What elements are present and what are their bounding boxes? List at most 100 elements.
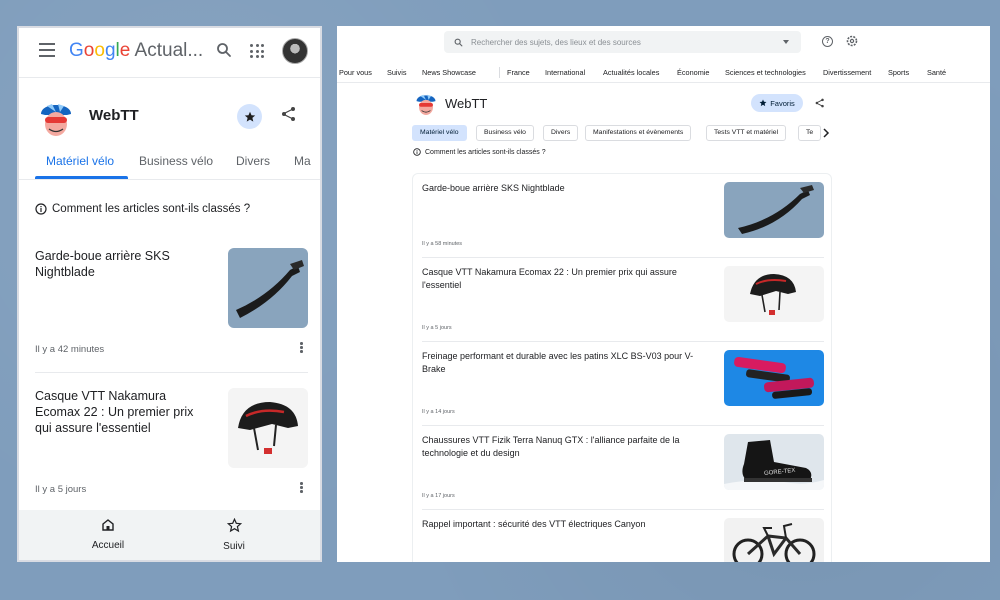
- google-news-logo[interactable]: Google Actual...: [69, 40, 203, 62]
- chip-divers[interactable]: Divers: [543, 125, 579, 141]
- nav-france[interactable]: France: [507, 68, 530, 77]
- article-image-brake-pads[interactable]: [724, 350, 824, 406]
- more-options-icon[interactable]: [300, 482, 304, 494]
- tab-more-truncated[interactable]: Ma: [294, 154, 311, 168]
- apps-grid-icon[interactable]: [250, 44, 264, 58]
- favorite-button[interactable]: [237, 104, 262, 129]
- article-card: Chaussures VTT Fizik Terra Nanuq GTX : l…: [413, 426, 831, 510]
- more-options-icon[interactable]: [300, 342, 304, 354]
- article-image-helmet[interactable]: [228, 388, 308, 468]
- chevron-down-icon[interactable]: [783, 40, 789, 44]
- brake-pads-image: [734, 356, 814, 399]
- mobile-screen: Google Actual... WebTT Matériel vélo Bus…: [17, 26, 322, 562]
- active-tab-indicator: [35, 176, 128, 179]
- star-filled-icon: [759, 99, 767, 107]
- article-title[interactable]: Casque VTT Nakamura Ecomax 22 : Un premi…: [422, 266, 712, 292]
- logo-letter: o: [94, 40, 105, 61]
- nav-entertainment[interactable]: Divertissement: [823, 68, 871, 77]
- tab-materiel-velo[interactable]: Matériel vélo: [46, 154, 114, 168]
- tab-divers[interactable]: Divers: [236, 154, 270, 168]
- share-icon[interactable]: [281, 106, 297, 122]
- logo-suffix: Actual...: [130, 40, 204, 61]
- mobile-top-bar: Google Actual...: [19, 28, 320, 78]
- nav-home[interactable]: Accueil: [68, 518, 148, 551]
- article-title[interactable]: Chaussures VTT Fizik Terra Nanuq GTX : l…: [422, 434, 712, 460]
- chevron-right-icon[interactable]: [822, 128, 830, 138]
- nav-local[interactable]: Actualités locales: [603, 68, 659, 77]
- article-time: Il y a 58 minutes: [422, 241, 463, 247]
- article-image-mudguard[interactable]: [228, 248, 308, 328]
- search-icon[interactable]: [216, 42, 232, 58]
- star-outline-icon: [226, 517, 242, 533]
- home-icon: [102, 519, 114, 531]
- nav-international[interactable]: International: [545, 68, 585, 77]
- ebike-image: [732, 523, 816, 562]
- webtt-logo-icon: [41, 104, 71, 136]
- chip-truncated[interactable]: Te: [798, 125, 822, 141]
- article-card: Freinage performant et durable avec les …: [413, 342, 831, 426]
- shoe-image: GORE-TEX: [724, 440, 824, 490]
- help-icon[interactable]: ?: [822, 36, 833, 47]
- article-time: Il y a 14 jours: [422, 409, 455, 415]
- chip-materiel-velo[interactable]: Matériel vélo: [412, 125, 467, 141]
- helmet-image: [238, 402, 298, 454]
- section-tabs: Matériel vélo Business vélo Divers Ma: [19, 148, 320, 180]
- logo-letter: g: [104, 40, 116, 61]
- article-time: Il y a 42 minutes: [35, 344, 105, 355]
- how-ranked-text: Comment les articles sont-ils classés ?: [425, 148, 546, 156]
- nav-sports[interactable]: Sports: [888, 68, 909, 77]
- search-placeholder: Rechercher des sujets, des lieux et des …: [471, 37, 641, 47]
- nav-economy[interactable]: Économie: [677, 68, 709, 77]
- publisher-header: WebTT: [37, 96, 307, 136]
- nav-home-label: Accueil: [91, 540, 125, 551]
- article-card: Casque VTT Nakamura Ecomax 22 : Un premi…: [35, 388, 308, 498]
- nav-for-you[interactable]: Pour vous: [339, 68, 372, 77]
- how-ranked-text: Comment les articles sont-ils classés ?: [52, 203, 251, 215]
- mudguard-image: [738, 185, 814, 234]
- nav-following[interactable]: Suivis: [387, 68, 406, 77]
- avatar[interactable]: [282, 38, 308, 64]
- article-image-shoe[interactable]: GORE-TEX: [724, 434, 824, 490]
- mudguard-image: [236, 260, 304, 318]
- chip-events[interactable]: Manifestations et évènements: [585, 125, 692, 141]
- gear-icon[interactable]: [846, 35, 858, 47]
- menu-icon[interactable]: [39, 43, 55, 57]
- desktop-screen: Rechercher des sujets, des lieux et des …: [337, 26, 990, 562]
- chip-business-velo[interactable]: Business vélo: [476, 125, 534, 141]
- how-ranked-link[interactable]: Comment les articles sont-ils classés ?: [413, 148, 546, 156]
- star-filled-icon: [244, 111, 255, 122]
- logo-letter: e: [119, 40, 131, 61]
- section-chips: Matériel vélo Business vélo Divers Manif…: [412, 125, 832, 141]
- article-title[interactable]: Freinage performant et durable avec les …: [422, 350, 712, 376]
- nav-science-tech[interactable]: Sciences et technologies: [725, 68, 806, 77]
- article-card: Rappel important : sécurité des VTT élec…: [413, 510, 831, 562]
- how-ranked-link[interactable]: Comment les articles sont-ils classés ?: [35, 203, 250, 215]
- nav-news-showcase[interactable]: News Showcase: [422, 68, 476, 77]
- tab-business-velo[interactable]: Business vélo: [139, 154, 213, 168]
- chip-tests[interactable]: Tests VTT et matériel: [706, 125, 787, 141]
- publisher-name: WebTT: [89, 107, 139, 124]
- info-icon: [35, 203, 47, 215]
- favorite-button[interactable]: Favoris: [751, 94, 803, 112]
- search-bar[interactable]: Rechercher des sujets, des lieux et des …: [444, 31, 801, 53]
- favorite-label: Favoris: [770, 98, 795, 108]
- webtt-logo-icon: [416, 94, 436, 115]
- article-time: Il y a 5 jours: [35, 484, 87, 495]
- nav-following[interactable]: Suivi: [194, 517, 274, 552]
- article-title[interactable]: Rappel important : sécurité des VTT élec…: [422, 518, 712, 531]
- article-image-ebike[interactable]: [724, 518, 824, 562]
- header-divider: [19, 77, 320, 78]
- article-title[interactable]: Garde-boue arrière SKS Nightblade: [422, 182, 712, 195]
- info-icon: [413, 148, 421, 156]
- logo-letter: o: [83, 40, 95, 61]
- article-title[interactable]: Garde-boue arrière SKS Nightblade: [35, 248, 205, 280]
- article-card: Garde-boue arrière SKS Nightblade Il y a…: [413, 174, 831, 258]
- share-icon[interactable]: [815, 98, 825, 108]
- article-list: Garde-boue arrière SKS Nightblade Il y a…: [412, 173, 832, 562]
- article-image-mudguard[interactable]: [724, 182, 824, 238]
- article-time: Il y a 5 jours: [422, 325, 452, 331]
- article-title[interactable]: Casque VTT Nakamura Ecomax 22 : Un premi…: [35, 388, 205, 436]
- helmet-image: [750, 274, 796, 315]
- article-image-helmet[interactable]: [724, 266, 824, 322]
- nav-health[interactable]: Santé: [927, 68, 946, 77]
